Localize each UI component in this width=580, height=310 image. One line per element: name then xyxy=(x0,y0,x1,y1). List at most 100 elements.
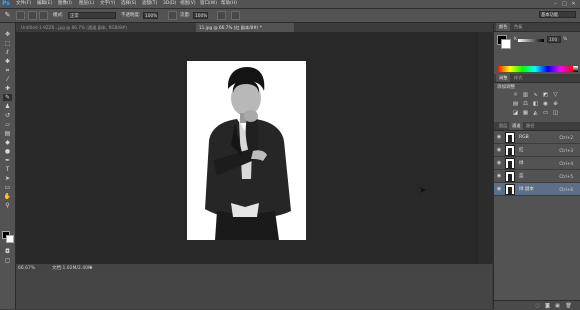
document-image[interactable] xyxy=(187,61,306,240)
color-slider[interactable] xyxy=(518,39,544,42)
visibility-eye-icon[interactable]: ◉ xyxy=(496,186,502,192)
eraser-tool-icon[interactable]: ▱ xyxy=(3,121,12,128)
quick-select-tool-icon[interactable]: ✱ xyxy=(3,58,12,65)
levels-icon[interactable]: ▥ xyxy=(522,92,529,98)
menu-file[interactable]: 文件(F) xyxy=(16,0,31,8)
visibility-eye-icon[interactable]: ◉ xyxy=(496,173,502,179)
mode-select[interactable]: 正常 xyxy=(68,12,116,19)
threshold-icon[interactable]: ◭ xyxy=(532,110,539,116)
eyedropper-tool-icon[interactable]: ⁄ xyxy=(3,76,12,83)
type-tool-icon[interactable]: T xyxy=(3,166,12,173)
tab-adjustments[interactable]: 调整 xyxy=(496,74,511,82)
menu-filter[interactable]: 滤镜(T) xyxy=(142,0,157,8)
status-menu-arrow-icon[interactable]: ▸ xyxy=(90,264,93,273)
menu-view[interactable]: 视图(V) xyxy=(180,0,196,8)
color-background-swatch[interactable] xyxy=(501,39,511,49)
visibility-eye-icon[interactable]: ◉ xyxy=(496,160,502,166)
tab-swatches[interactable]: 色板 xyxy=(511,23,525,31)
flow-input[interactable]: 100% xyxy=(193,12,208,19)
pressure-opacity-icon[interactable] xyxy=(168,11,177,20)
channel-mixer-icon[interactable]: ⊕ xyxy=(552,101,559,107)
hand-tool-icon[interactable]: ✋ xyxy=(3,193,12,200)
close-icon[interactable]: ✕ xyxy=(570,1,577,7)
visibility-eye-icon[interactable]: ◉ xyxy=(496,134,502,140)
new-channel-icon[interactable]: ▣ xyxy=(554,303,561,309)
channel-shortcut: Ctrl+6 xyxy=(559,187,573,192)
channel-thumbnail xyxy=(505,184,515,195)
grayscale-ramp[interactable] xyxy=(573,66,578,72)
brush-size-icon[interactable] xyxy=(16,11,25,20)
brush-panel-icon[interactable] xyxy=(28,11,37,20)
dodge-tool-icon[interactable]: ● xyxy=(3,148,12,155)
menu-type[interactable]: 文字(Y) xyxy=(100,0,115,8)
gradient-map-icon[interactable]: ▭ xyxy=(542,110,549,116)
selective-color-icon[interactable]: ◫ xyxy=(552,110,559,116)
tab-color[interactable]: 颜色 xyxy=(496,23,511,31)
zoom-tool-icon[interactable]: ⚲ xyxy=(3,202,12,209)
channel-row-green-copy-selected[interactable]: ◉ 绿 副本 Ctrl+6 xyxy=(494,183,580,196)
zoom-level[interactable]: 66.67% xyxy=(18,264,35,273)
tab-styles[interactable]: 样式 xyxy=(511,74,525,82)
pressure-size-icon[interactable] xyxy=(231,11,240,20)
screen-mode-icon[interactable]: ▢ xyxy=(3,257,12,264)
marquee-tool-icon[interactable]: ⬚ xyxy=(3,40,12,47)
history-brush-tool-icon[interactable]: ↺ xyxy=(3,112,12,119)
posterize-icon[interactable]: ▦ xyxy=(522,110,529,116)
minimize-icon[interactable]: – xyxy=(552,1,559,7)
menu-image[interactable]: 图像(I) xyxy=(58,0,72,8)
color-spectrum-ramp[interactable] xyxy=(497,66,573,72)
save-selection-icon[interactable]: ◙ xyxy=(544,303,551,309)
color-value-input[interactable]: 100 xyxy=(547,36,561,43)
pen-tool-icon[interactable]: ✒ xyxy=(3,157,12,164)
channel-row-red[interactable]: ◉ 红 Ctrl+3 xyxy=(494,144,580,157)
menu-layer[interactable]: 图层(L) xyxy=(79,0,94,8)
channel-shortcut: Ctrl+4 xyxy=(559,161,573,166)
menu-window[interactable]: 窗口(W) xyxy=(200,0,217,8)
brush-presets-icon[interactable] xyxy=(39,11,48,20)
load-selection-icon[interactable]: ◌ xyxy=(534,303,541,309)
brush-tool-icon[interactable]: ✎ xyxy=(3,94,12,101)
document-tab[interactable]: Untitled-1-9ZZ6...jpg @ 66.7% (通道 副本, RG… xyxy=(18,23,194,32)
photo-filter-icon[interactable]: ◉ xyxy=(542,101,549,107)
clone-stamp-tool-icon[interactable]: ♟ xyxy=(3,103,12,110)
maximize-icon[interactable]: □ xyxy=(561,1,568,7)
healing-brush-tool-icon[interactable]: ✚ xyxy=(3,85,12,92)
exposure-icon[interactable]: ◩ xyxy=(542,92,549,98)
crop-tool-icon[interactable]: ⌗ xyxy=(3,67,12,74)
menu-3d[interactable]: 3D(D) xyxy=(163,0,176,8)
menu-select[interactable]: 选择(S) xyxy=(121,0,136,8)
background-color-swatch[interactable] xyxy=(6,235,14,243)
tab-channels[interactable]: 通道 xyxy=(509,122,524,130)
workspace-select[interactable]: 基本功能 xyxy=(539,11,576,18)
vibrance-icon[interactable]: ▽ xyxy=(552,92,559,98)
channel-row-green[interactable]: ◉ 绿 Ctrl+4 xyxy=(494,157,580,170)
curves-icon[interactable]: ∿ xyxy=(532,92,539,98)
brush-tool-preset-icon[interactable]: ✎ xyxy=(3,11,12,20)
move-tool-icon[interactable]: ✥ xyxy=(3,31,12,38)
menu-help[interactable]: 帮助(H) xyxy=(221,0,237,8)
channel-row-rgb[interactable]: ◉ RGB Ctrl+2 xyxy=(494,131,580,144)
cursor-icon: ➤ xyxy=(419,186,427,196)
quick-mask-icon[interactable]: ◘ xyxy=(3,248,12,255)
visibility-eye-icon[interactable]: ◉ xyxy=(496,147,502,153)
blur-tool-icon[interactable]: ◆ xyxy=(3,139,12,146)
color-balance-icon[interactable]: ⚖ xyxy=(522,101,529,107)
channel-row-blue[interactable]: ◉ 蓝 Ctrl+5 xyxy=(494,170,580,183)
hue-saturation-icon[interactable]: ▤ xyxy=(512,101,519,107)
tab-paths[interactable]: 路径 xyxy=(523,122,537,130)
brightness-icon[interactable]: ☼ xyxy=(512,92,519,98)
layers-panel-tabs: 图层 通道 路径 xyxy=(494,122,580,131)
vertical-scrollbar[interactable] xyxy=(477,33,493,263)
delete-channel-icon[interactable]: 🗑 xyxy=(565,303,572,309)
invert-icon[interactable]: ◪ xyxy=(512,110,519,116)
menu-edit[interactable]: 编辑(E) xyxy=(37,0,52,8)
lasso-tool-icon[interactable]: ℓ xyxy=(3,49,12,56)
document-tab-active[interactable]: 11.jpg @ 66.7% (红 副本/8#) * xyxy=(196,23,294,32)
path-select-tool-icon[interactable]: ➤ xyxy=(3,175,12,182)
black-white-icon[interactable]: ◧ xyxy=(532,101,539,107)
color-panel-tabs: 颜色 色板 xyxy=(494,23,580,32)
opacity-input[interactable]: 100% xyxy=(143,12,158,19)
gradient-tool-icon[interactable]: ▤ xyxy=(3,130,12,137)
airbrush-icon[interactable] xyxy=(217,11,226,20)
shape-tool-icon[interactable]: ▭ xyxy=(3,184,12,191)
